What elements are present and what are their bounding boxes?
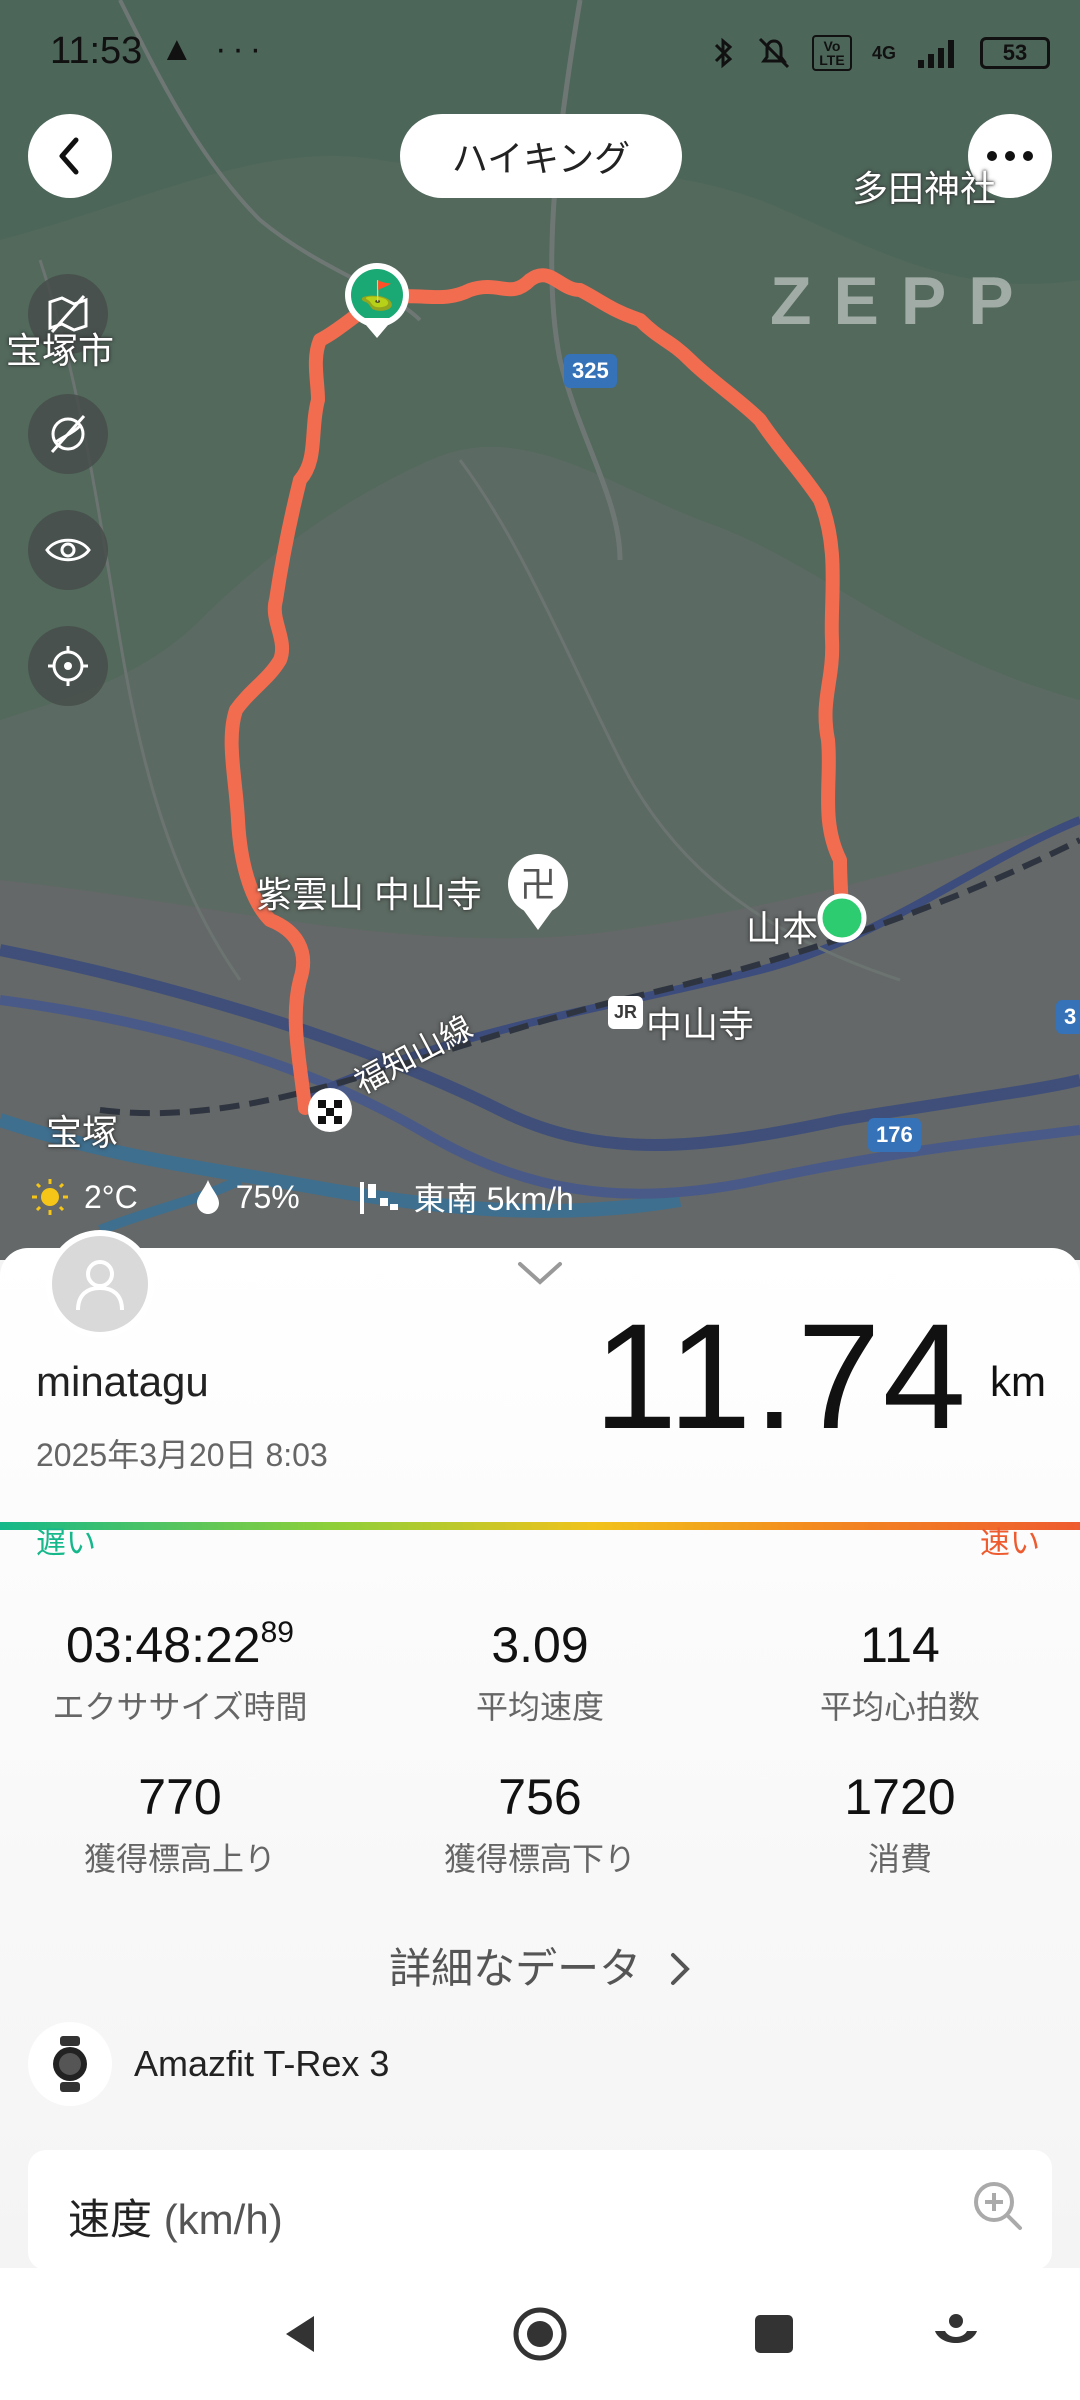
status-time: 11:53 — [50, 30, 143, 72]
svg-text:⛳: ⛳ — [360, 279, 395, 312]
wind-flag-icon — [359, 1182, 398, 1214]
locate-button[interactable] — [28, 626, 108, 706]
stat-label: 平均心拍数 — [819, 1689, 980, 1725]
activity-title: ハイキング — [400, 114, 682, 198]
system-navigation-bar — [0, 2268, 1080, 2400]
nav-recents-button[interactable] — [744, 2304, 804, 2364]
collapse-chevron-icon[interactable] — [516, 1258, 564, 1288]
status-notification-icons: ▲ ··· — [160, 30, 268, 68]
stat-value: 770 — [138, 1769, 222, 1825]
chevron-right-icon — [670, 1953, 690, 1985]
user-name: minatagu — [36, 1358, 209, 1405]
weather-temperature: 2°C — [30, 1177, 138, 1217]
map-label-temple: 紫雲山 中山寺 — [256, 874, 483, 915]
nav-assistant-button[interactable] — [926, 2304, 986, 2364]
sun-icon — [32, 1179, 68, 1215]
wind-value: 東南 5km/h — [413, 1181, 574, 1217]
weather-info: 2°C 75% 東南 5km/h — [30, 1172, 614, 1222]
stat-label: 消費 — [867, 1841, 932, 1877]
distance-value: 11.74 — [593, 1292, 968, 1460]
avatar[interactable] — [46, 1230, 154, 1338]
triangle-back-icon — [286, 2316, 314, 2352]
nav-back-button[interactable] — [270, 2304, 330, 2364]
stat-elevation-gain: 770 獲得標高上り — [0, 1768, 360, 1880]
stat-avg-heart-rate: 114 平均心拍数 — [720, 1616, 1080, 1728]
status-bar: 11:53 ▲ ··· Vo LTE 4G 53 — [0, 0, 1080, 100]
device-name: Amazfit T-Rex 3 — [134, 2043, 390, 2084]
user-silhouette-icon — [76, 1260, 124, 1311]
eye-icon — [45, 538, 91, 562]
volte-icon: Vo LTE — [811, 35, 852, 71]
road-badge-176: 176 — [868, 1118, 921, 1152]
nav-home-button[interactable] — [510, 2304, 570, 2364]
map-label-tada-shrine: 多田神社 — [852, 168, 997, 209]
map-label-nakayamadera-station: 中山寺 — [646, 1004, 755, 1045]
stat-exercise-time: 03:48:2289 エクササイズ時間 — [0, 1616, 360, 1728]
map-label-takarazuka-city: 宝塚市 — [6, 330, 115, 371]
zoom-in-icon[interactable] — [970, 2178, 1026, 2234]
signal-icon — [918, 40, 954, 68]
zepp-watermark: ZEPP — [770, 263, 1036, 339]
distance-unit: km — [990, 1358, 1046, 1405]
stat-label: 獲得標高上り — [83, 1841, 276, 1877]
route-display-toggle-button[interactable] — [28, 394, 108, 474]
map-label-yamamoto: 山本 — [746, 908, 819, 949]
road-badge-325: 325 — [564, 354, 617, 388]
temperature-value: 2°C — [84, 1178, 138, 1215]
silent-bell-icon — [758, 37, 790, 69]
route-off-icon — [50, 415, 86, 453]
stat-value: 03:48:2289 — [65, 1616, 294, 1673]
network-type: 4G — [871, 42, 896, 63]
chevron-left-icon — [59, 137, 79, 175]
road-badge-3: 3 — [1056, 1000, 1080, 1034]
stat-value: 3.09 — [491, 1617, 589, 1673]
speed-gradient-bar — [0, 1522, 1080, 1530]
slow-label: 遅い — [36, 1527, 96, 1560]
stat-calories: 1720 消費 — [720, 1768, 1080, 1880]
detailed-data-label: 詳細なデータ — [389, 1945, 642, 1992]
speed-chart-title: 速度 (km/h) — [68, 2196, 283, 2243]
svg-text:卍: 卍 — [520, 865, 556, 906]
stat-value: 1720 — [844, 1769, 956, 1825]
detailed-data-link[interactable]: 詳細なデータ — [0, 1935, 1080, 1996]
watch-icon — [28, 2022, 112, 2106]
stat-value: 114 — [860, 1617, 940, 1673]
stat-label: 獲得標高下り — [443, 1841, 636, 1877]
stat-elevation-loss: 756 獲得標高下り — [360, 1768, 720, 1880]
jr-badge: JR — [608, 996, 644, 1029]
weather-wind: 東南 5km/h — [356, 1174, 574, 1220]
circle-home-icon — [513, 2307, 567, 2361]
bluetooth-icon — [714, 37, 733, 69]
stat-label: 平均速度 — [475, 1689, 604, 1725]
map-label-takarazuka: 宝塚 — [46, 1112, 119, 1153]
stat-value-centiseconds: 89 — [260, 1616, 294, 1649]
route-map[interactable]: 卍 ⛳ 11:53 ▲ ··· Vo LTE 4G 53 ハイキング ZEPP … — [0, 0, 1080, 1260]
droplet-icon — [196, 1180, 219, 1214]
device-row[interactable]: Amazfit T-Rex 3 — [28, 2022, 389, 2106]
back-button[interactable] — [28, 114, 112, 198]
weather-humidity: 75% — [194, 1178, 300, 1216]
stat-avg-speed: 3.09 平均速度 — [360, 1616, 720, 1728]
status-right-icons: Vo LTE 4G 53 — [712, 28, 1050, 78]
assistant-icon — [935, 2314, 977, 2343]
speed-chart-unit: (km/h) — [163, 2196, 283, 2243]
humidity-value: 75% — [235, 1178, 300, 1215]
speed-chart-card: 速度 (km/h) — [28, 2150, 1052, 2270]
stat-value: 756 — [498, 1769, 582, 1825]
square-recents-icon — [755, 2315, 793, 2353]
battery-icon: 53 — [980, 37, 1050, 69]
fast-label: 速い — [980, 1527, 1040, 1560]
crosshair-icon — [48, 646, 88, 686]
activity-date: 2025年3月20日 8:03 — [36, 1437, 328, 1473]
stat-label: エクササイズ時間 — [52, 1689, 308, 1725]
visibility-button[interactable] — [28, 510, 108, 590]
